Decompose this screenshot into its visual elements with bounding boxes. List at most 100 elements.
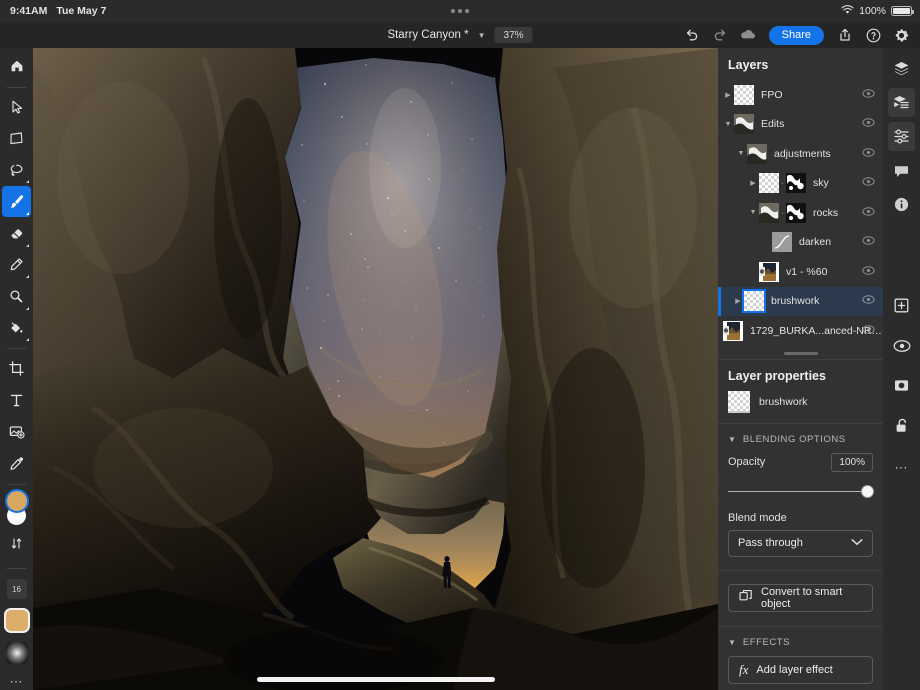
blend-mode-label: Blend mode [718, 498, 883, 530]
artwork [33, 48, 718, 690]
type-icon[interactable] [2, 385, 31, 416]
layers-stack-icon[interactable] [888, 54, 915, 83]
layer-row[interactable]: ▼ adjustments [718, 139, 883, 169]
transform-icon[interactable] [2, 123, 31, 154]
paint-bucket-icon[interactable] [2, 313, 31, 344]
crop-icon[interactable] [2, 353, 31, 384]
layer-row[interactable]: ▼ · rocks [718, 198, 883, 228]
layer-row[interactable]: darken [718, 228, 883, 258]
layer-mask-thumbnail[interactable] [786, 173, 806, 193]
layer-row[interactable]: ▶ FPO [718, 80, 883, 110]
opacity-value-field[interactable]: 100% [831, 453, 873, 472]
layer-thumbnail[interactable] [759, 203, 779, 223]
image-canvas[interactable] [33, 48, 718, 690]
mask-icon[interactable] [888, 371, 915, 400]
unlock-icon[interactable] [888, 411, 915, 440]
lasso-icon[interactable] [2, 155, 31, 186]
eye-icon[interactable] [862, 86, 875, 104]
layer-thumbnail[interactable] [772, 232, 792, 252]
layer-thumbnail[interactable] [734, 114, 754, 134]
battery-percent-label: 100% [859, 5, 886, 17]
chevron-down-icon[interactable]: ▼ [722, 121, 734, 128]
eye-icon[interactable] [862, 115, 875, 133]
chevron-right-icon[interactable]: ▶ [732, 297, 744, 305]
redo-icon[interactable] [707, 23, 733, 47]
document-title-group[interactable]: Starry Canyon * ▼ 37% [387, 27, 532, 43]
eye-icon[interactable] [862, 204, 875, 222]
add-layer-effect-button[interactable]: fx Add layer effect [728, 656, 873, 684]
top-toolbar: Starry Canyon * ▼ 37% Share [0, 22, 920, 48]
opacity-row: Opacity 100% [718, 453, 883, 472]
brush-icon[interactable] [2, 186, 31, 217]
place-image-icon[interactable] [2, 417, 31, 448]
eye-icon[interactable] [862, 174, 875, 192]
chevron-down-icon[interactable]: ▼ [728, 638, 736, 647]
brush-color-swatch[interactable] [6, 610, 28, 632]
info-icon[interactable] [888, 190, 915, 219]
layer-thumbnail[interactable] [744, 291, 764, 311]
right-panel: Layers ▶ FPO ▼ Edits [718, 48, 883, 690]
mask-link-icon: · [779, 208, 786, 218]
opacity-slider[interactable] [728, 485, 873, 498]
zoom-level-badge[interactable]: 37% [495, 27, 533, 43]
page-title: Starry Canyon * [387, 29, 468, 41]
share-button[interactable]: Share [769, 26, 824, 45]
brush-softness-icon[interactable] [6, 642, 28, 664]
foreground-color-swatch[interactable] [7, 491, 27, 511]
eye-icon[interactable] [862, 145, 875, 163]
more-options-icon[interactable]: ⋯ [888, 453, 915, 482]
blending-options-header[interactable]: ▼ BLENDING OPTIONS [718, 424, 883, 453]
home-indicator[interactable] [257, 677, 495, 682]
swap-colors-icon[interactable] [2, 529, 31, 560]
undo-icon[interactable] [679, 23, 705, 47]
comment-icon[interactable] [888, 156, 915, 185]
layer-row-selected[interactable]: ▶ brushwork [718, 287, 883, 317]
layer-row[interactable]: ▶ · sky [718, 169, 883, 199]
chevron-down-icon[interactable]: ▼ [735, 150, 747, 157]
help-icon[interactable] [860, 23, 886, 47]
layer-row[interactable]: ▼ Edits [718, 110, 883, 140]
chevron-down-icon[interactable]: ▼ [728, 435, 736, 444]
eye-icon[interactable] [862, 233, 875, 251]
layer-thumbnail[interactable] [723, 321, 743, 341]
chevron-right-icon[interactable]: ▶ [747, 179, 759, 187]
fx-icon: fx [739, 662, 748, 678]
clone-stamp-icon[interactable] [2, 281, 31, 312]
eye-icon[interactable] [862, 292, 875, 310]
eyedropper-icon[interactable] [2, 448, 31, 479]
eraser-icon[interactable] [2, 218, 31, 249]
layer-thumbnail[interactable] [728, 391, 750, 413]
eye-icon[interactable] [862, 263, 875, 281]
move-select-icon[interactable] [2, 92, 31, 123]
layer-mask-thumbnail[interactable] [786, 203, 806, 223]
adjustment-sliders-icon[interactable] [888, 122, 915, 151]
opacity-slider-handle[interactable] [861, 485, 874, 498]
layer-thumbnail[interactable] [734, 85, 754, 105]
eye-icon[interactable] [888, 331, 915, 360]
layer-row[interactable]: 1729_BURKA...anced-NR33 [718, 316, 883, 346]
export-icon[interactable] [832, 23, 858, 47]
eye-icon[interactable] [862, 322, 875, 340]
more-options-icon[interactable]: ⋯ [10, 674, 24, 690]
chevron-down-icon[interactable]: ▼ [747, 209, 759, 216]
layer-list-icon[interactable] [888, 88, 915, 117]
brush-size-field[interactable]: 16 [7, 579, 27, 599]
home-icon[interactable] [2, 51, 31, 82]
layer-properties-layer: brushwork [718, 391, 883, 423]
gear-icon[interactable] [888, 23, 914, 47]
convert-to-smart-object-button[interactable]: Convert to smart object [728, 584, 873, 612]
layer-thumbnail[interactable] [747, 144, 767, 164]
chevron-down-icon[interactable]: ▼ [478, 31, 486, 40]
chevron-right-icon[interactable]: ▶ [722, 91, 734, 99]
panel-resize-handle[interactable] [784, 352, 818, 355]
mask-link-icon: · [779, 178, 786, 188]
blend-mode-select[interactable]: Pass through [728, 530, 873, 557]
layer-thumbnail[interactable] [759, 262, 779, 282]
layer-thumbnail[interactable] [759, 173, 779, 193]
layer-row[interactable]: v1 - %60 [718, 257, 883, 287]
cloud-icon[interactable] [735, 23, 761, 47]
effects-header[interactable]: ▼ EFFECTS [718, 627, 883, 656]
status-bar-right: 100% [841, 5, 912, 18]
healing-brush-icon[interactable] [2, 250, 31, 281]
add-layer-icon[interactable] [888, 291, 915, 320]
